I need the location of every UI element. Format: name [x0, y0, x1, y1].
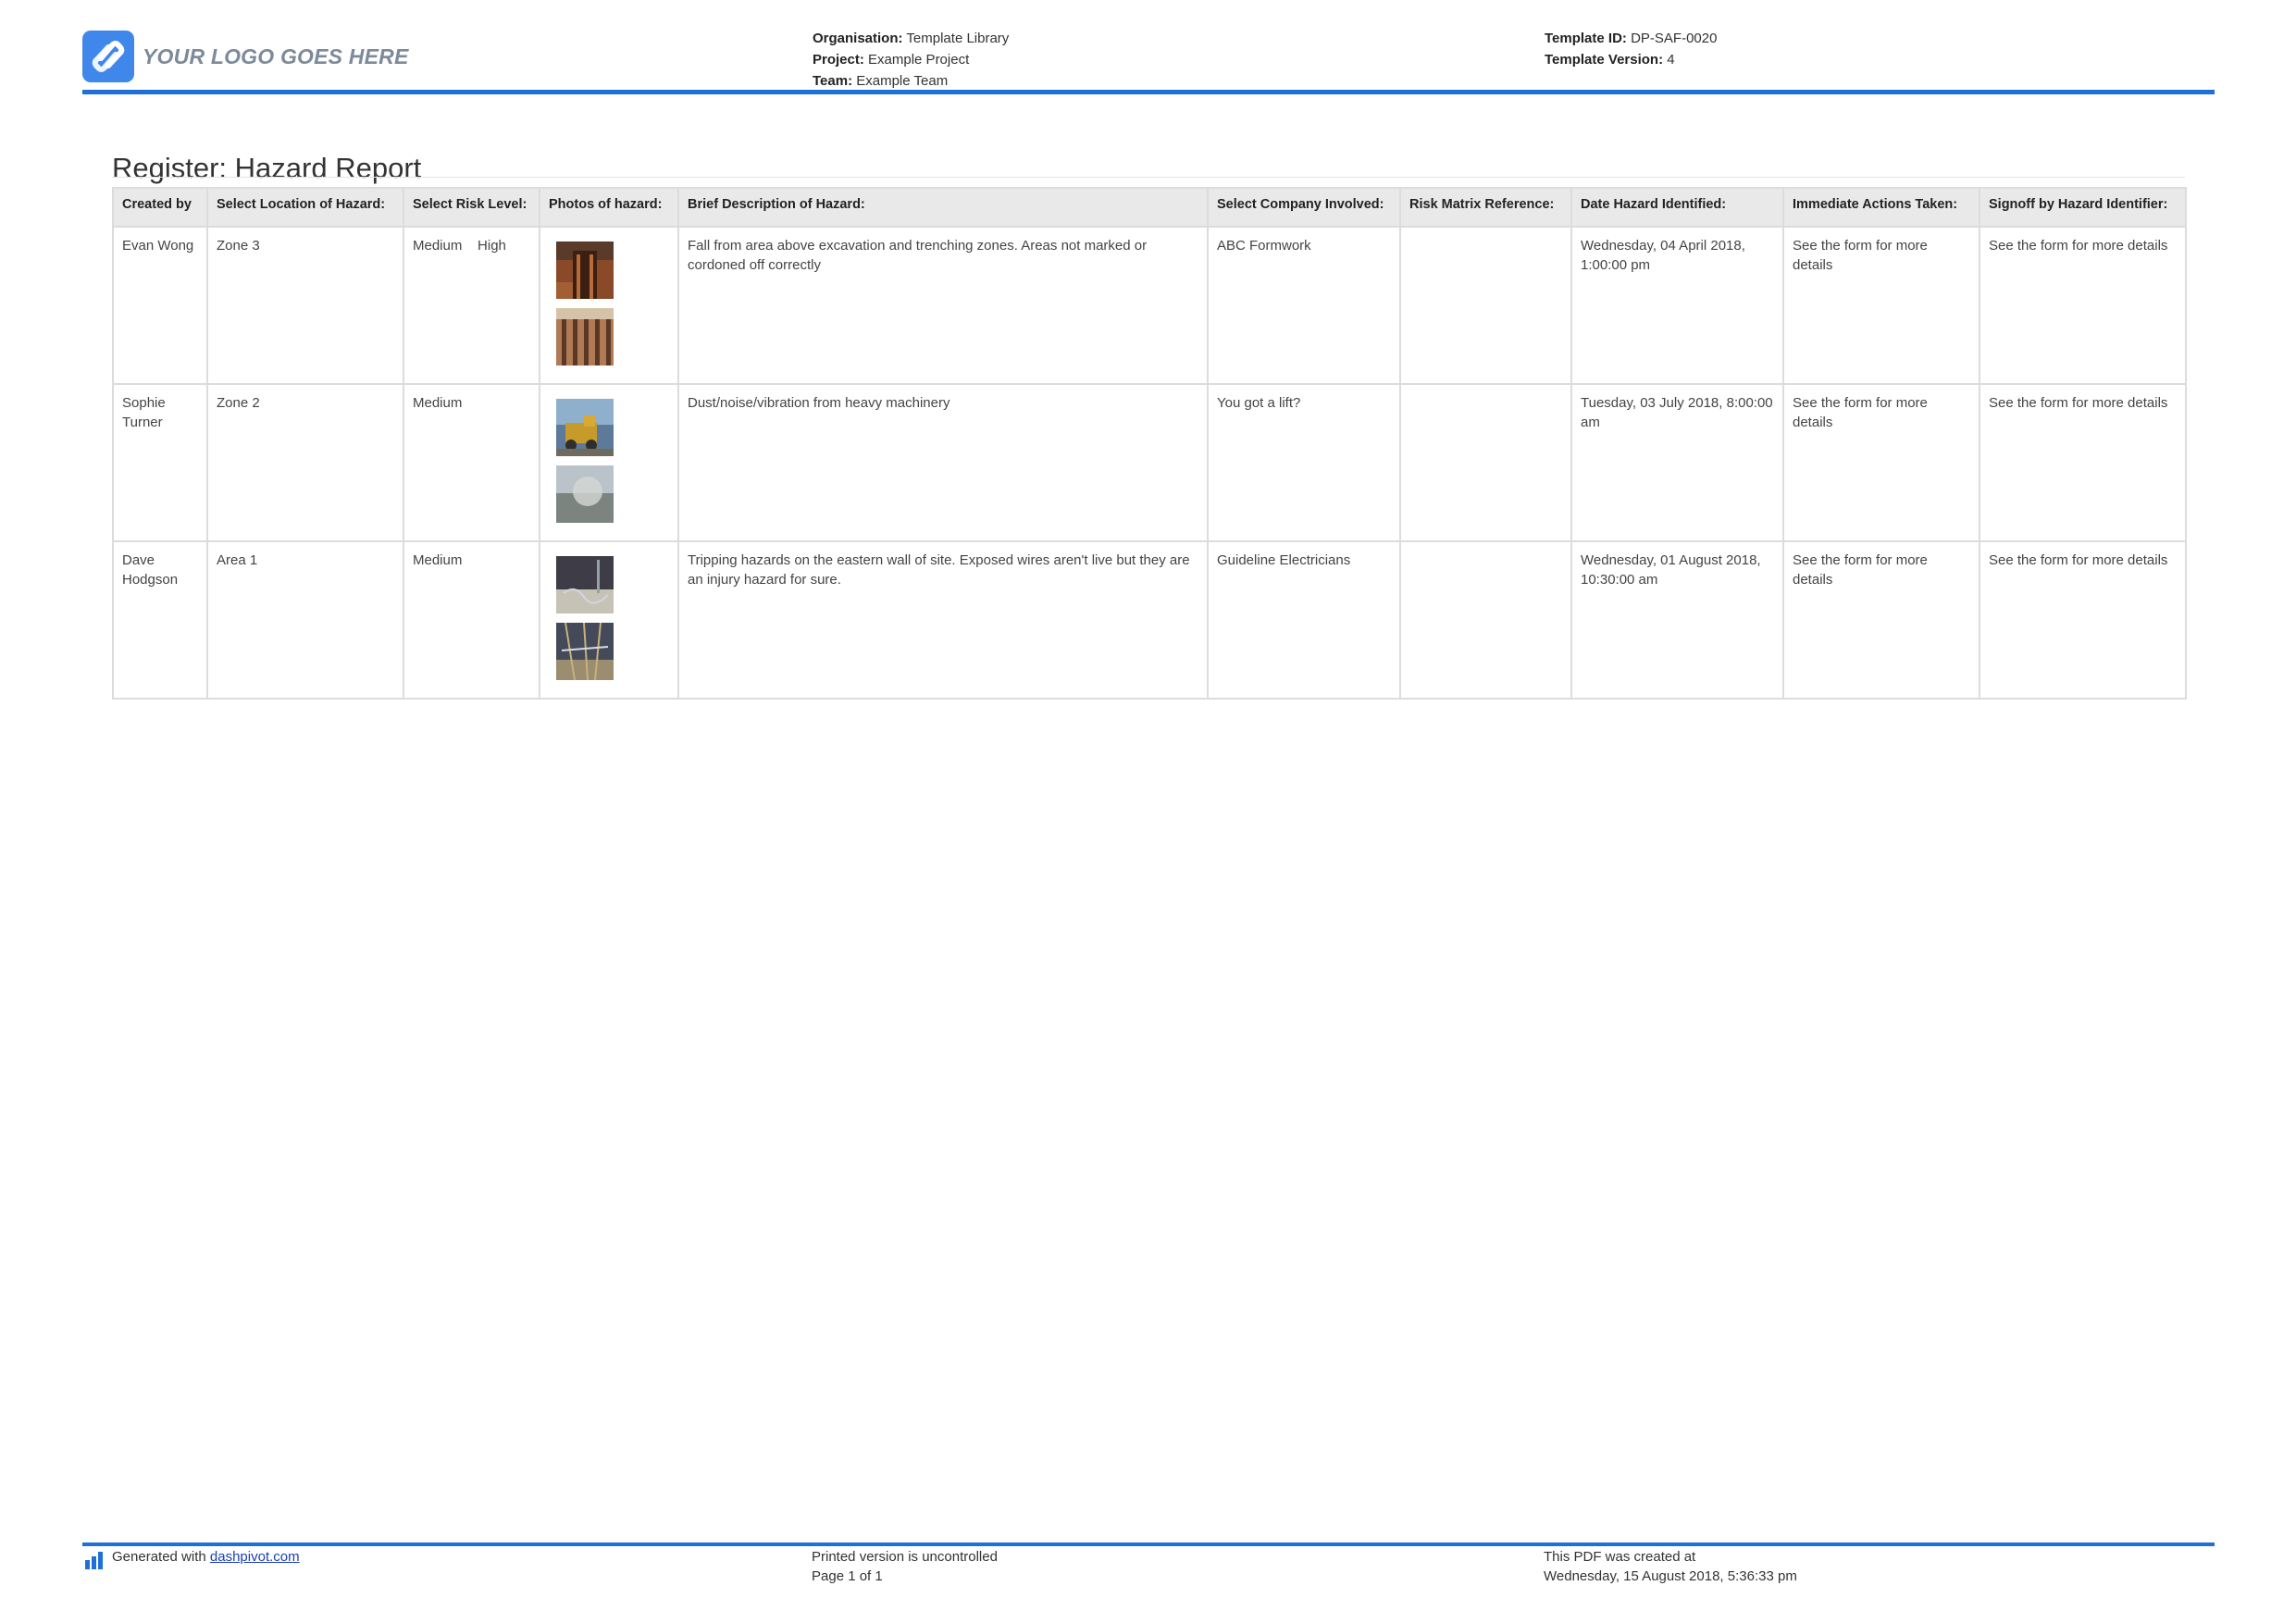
description-cell: Fall from area above excavation and tren…: [677, 226, 1209, 385]
hazard-photo-thumbnail[interactable]: [556, 242, 614, 299]
company-cell: ABC Formwork: [1207, 226, 1401, 385]
date-cell: Tuesday, 03 July 2018, 8:00:00 am: [1570, 383, 1784, 542]
created-by-cell: Evan Wong: [112, 226, 208, 385]
generated-prefix: Generated with: [112, 1549, 210, 1565]
template-meta: Template ID: DP-SAF-0020 Template Versio…: [1545, 28, 1717, 70]
project-line: Project: Example Project: [813, 49, 1009, 70]
table-row: Dave Hodgson Area 1 Medium Tripping haza…: [112, 540, 2187, 700]
table-row: Sophie Turner Zone 2 Medium Dust/noise/v…: [112, 383, 2187, 542]
column-header-location: Select Location of Hazard:: [206, 187, 404, 228]
actions-cell: See the form for more details: [1782, 226, 1980, 385]
description-cell: Dust/noise/vibration from heavy machiner…: [677, 383, 1209, 542]
created-timestamp: Wednesday, 15 August 2018, 5:36:33 pm: [1544, 1568, 1797, 1584]
actions-cell: See the form for more details: [1782, 540, 1980, 700]
location-cell: Zone 3: [206, 226, 404, 385]
logo-icon: [82, 31, 134, 82]
photos-cell: [539, 226, 679, 385]
hazard-photo-thumbnail[interactable]: [556, 308, 614, 365]
location-cell: Zone 2: [206, 383, 404, 542]
page-title: Register: Hazard Report: [112, 151, 422, 184]
project-label: Project:: [813, 52, 864, 68]
column-header-risk-level: Select Risk Level:: [403, 187, 540, 228]
photos-cell: [539, 383, 679, 542]
organisation-line: Organisation: Template Library: [813, 28, 1009, 49]
risk-level-cell: Medium: [403, 540, 540, 700]
project-value: Example Project: [868, 52, 970, 68]
table-header-row: Created by Select Location of Hazard: Se…: [112, 187, 2187, 228]
location-cell: Area 1: [206, 540, 404, 700]
logo-text: YOUR LOGO GOES HERE: [143, 43, 409, 68]
hazard-register-table: Created by Select Location of Hazard: Se…: [112, 187, 2187, 700]
bar-chart-icon: [84, 1551, 105, 1569]
hazard-photo-thumbnail[interactable]: [556, 556, 614, 613]
column-header-date: Date Hazard Identified:: [1570, 187, 1784, 228]
risk-level-value: Medium: [413, 552, 463, 568]
hazard-photo-thumbnail[interactable]: [556, 465, 614, 523]
company-logo: YOUR LOGO GOES HERE: [82, 31, 409, 82]
description-cell: Tripping hazards on the eastern wall of …: [677, 540, 1209, 700]
risk-level-value: Medium: [413, 395, 463, 411]
risk-matrix-cell: [1399, 540, 1572, 700]
risk-matrix-cell: [1399, 383, 1572, 542]
header-divider: [82, 90, 2215, 94]
page-number: Page 1 of 1: [812, 1568, 883, 1584]
table-row: Evan Wong Zone 3 Medium High Fall from a…: [112, 226, 2187, 385]
hazard-photo-thumbnail[interactable]: [556, 399, 614, 456]
organisation-value: Template Library: [906, 31, 1010, 46]
actions-cell: See the form for more details: [1782, 383, 1980, 542]
footer-print-info: Printed version is uncontrolled Page 1 o…: [812, 1547, 998, 1586]
risk-matrix-cell: [1399, 226, 1572, 385]
column-header-company: Select Company Involved:: [1207, 187, 1401, 228]
created-by-cell: Sophie Turner: [112, 383, 208, 542]
company-cell: You got a lift?: [1207, 383, 1401, 542]
title-divider: [112, 177, 2185, 178]
risk-level-value: Medium: [413, 238, 463, 254]
template-version-value: 4: [1667, 52, 1675, 68]
column-header-signoff: Signoff by Hazard Identifier:: [1979, 187, 2187, 228]
column-header-photos: Photos of hazard:: [539, 187, 679, 228]
created-by-cell: Dave Hodgson: [112, 540, 208, 700]
template-id-value: DP-SAF-0020: [1631, 31, 1718, 46]
signoff-cell: See the form for more details: [1979, 540, 2187, 700]
risk-level-cell: Medium: [403, 383, 540, 542]
team-value: Example Team: [856, 73, 949, 89]
column-header-actions: Immediate Actions Taken:: [1782, 187, 1980, 228]
risk-level-cell: Medium High: [403, 226, 540, 385]
team-label: Team:: [813, 73, 853, 89]
company-cell: Guideline Electricians: [1207, 540, 1401, 700]
column-header-risk-matrix: Risk Matrix Reference:: [1399, 187, 1572, 228]
signoff-cell: See the form for more details: [1979, 226, 2187, 385]
template-version-line: Template Version: 4: [1545, 49, 1717, 70]
column-header-description: Brief Description of Hazard:: [677, 187, 1209, 228]
team-line: Team: Example Team: [813, 70, 1009, 92]
project-meta: Organisation: Template Library Project: …: [813, 28, 1009, 92]
page-header: YOUR LOGO GOES HERE Organisation: Templa…: [82, 0, 2215, 96]
template-id-line: Template ID: DP-SAF-0020: [1545, 28, 1717, 49]
footer-generated: Generated with dashpivot.com: [84, 1547, 300, 1569]
template-id-label: Template ID:: [1545, 31, 1627, 46]
hazard-photo-thumbnail[interactable]: [556, 623, 614, 680]
date-cell: Wednesday, 01 August 2018, 10:30:00 am: [1570, 540, 1784, 700]
footer-divider: [82, 1542, 2215, 1546]
column-header-created-by: Created by: [112, 187, 208, 228]
printed-notice: Printed version is uncontrolled: [812, 1549, 998, 1565]
signoff-cell: See the form for more details: [1979, 383, 2187, 542]
risk-level-extra-value: High: [478, 238, 506, 254]
dashpivot-link[interactable]: dashpivot.com: [210, 1549, 300, 1565]
template-version-label: Template Version:: [1545, 52, 1664, 68]
footer-created-info: This PDF was created at Wednesday, 15 Au…: [1544, 1547, 1797, 1586]
organisation-label: Organisation:: [813, 31, 903, 46]
photos-cell: [539, 540, 679, 700]
date-cell: Wednesday, 04 April 2018, 1:00:00 pm: [1570, 226, 1784, 385]
created-label: This PDF was created at: [1544, 1549, 1696, 1565]
